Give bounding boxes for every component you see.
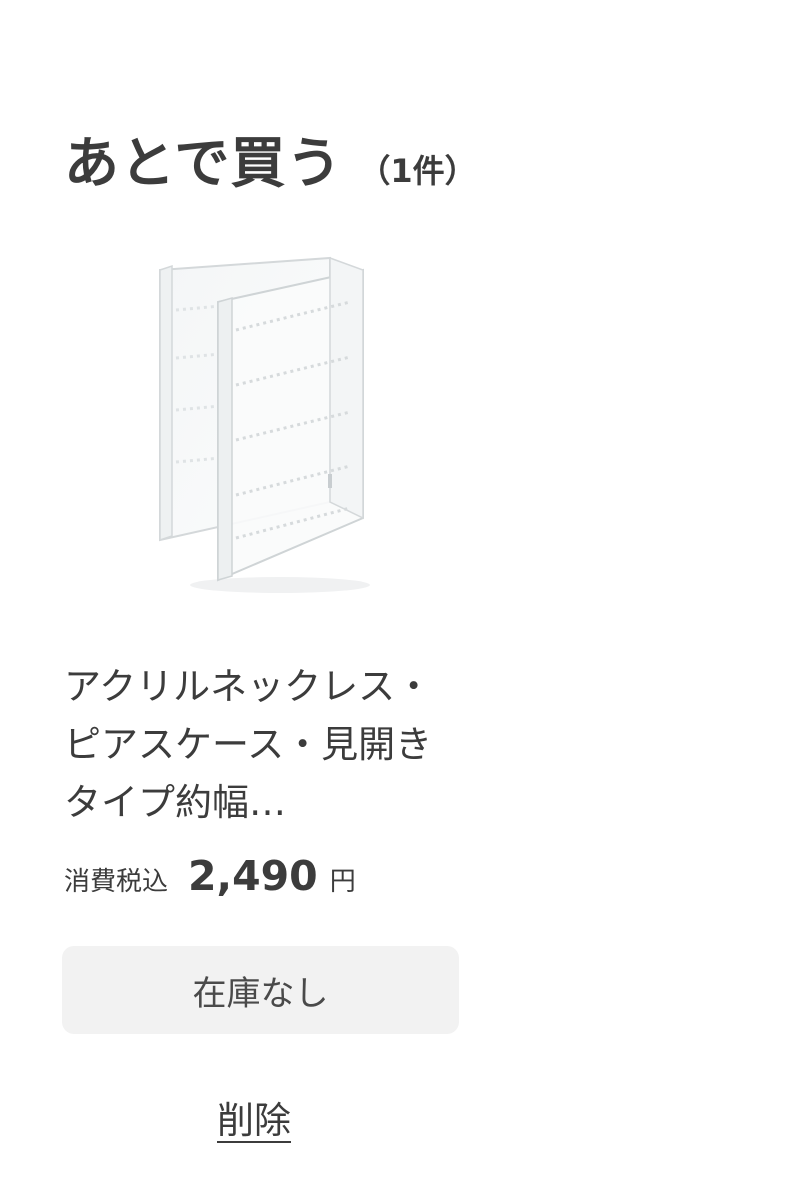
out-of-stock-button[interactable]: 在庫なし: [62, 946, 459, 1034]
tax-included-label: 消費税込: [64, 867, 169, 897]
product-name[interactable]: アクリルネックレス・ピアスケース・見開きタイプ約幅…: [64, 658, 464, 832]
delete-link[interactable]: 削除: [217, 1090, 291, 1144]
price-row: 消費税込 2,490 円: [64, 852, 356, 900]
wishlist-header: あとで買う （1件）: [64, 118, 477, 198]
product-price: 2,490: [188, 852, 318, 900]
currency-label: 円: [329, 867, 356, 897]
page-title: あとで買う: [64, 131, 343, 195]
product-image[interactable]: [120, 240, 400, 600]
item-count: （1件）: [358, 152, 477, 190]
